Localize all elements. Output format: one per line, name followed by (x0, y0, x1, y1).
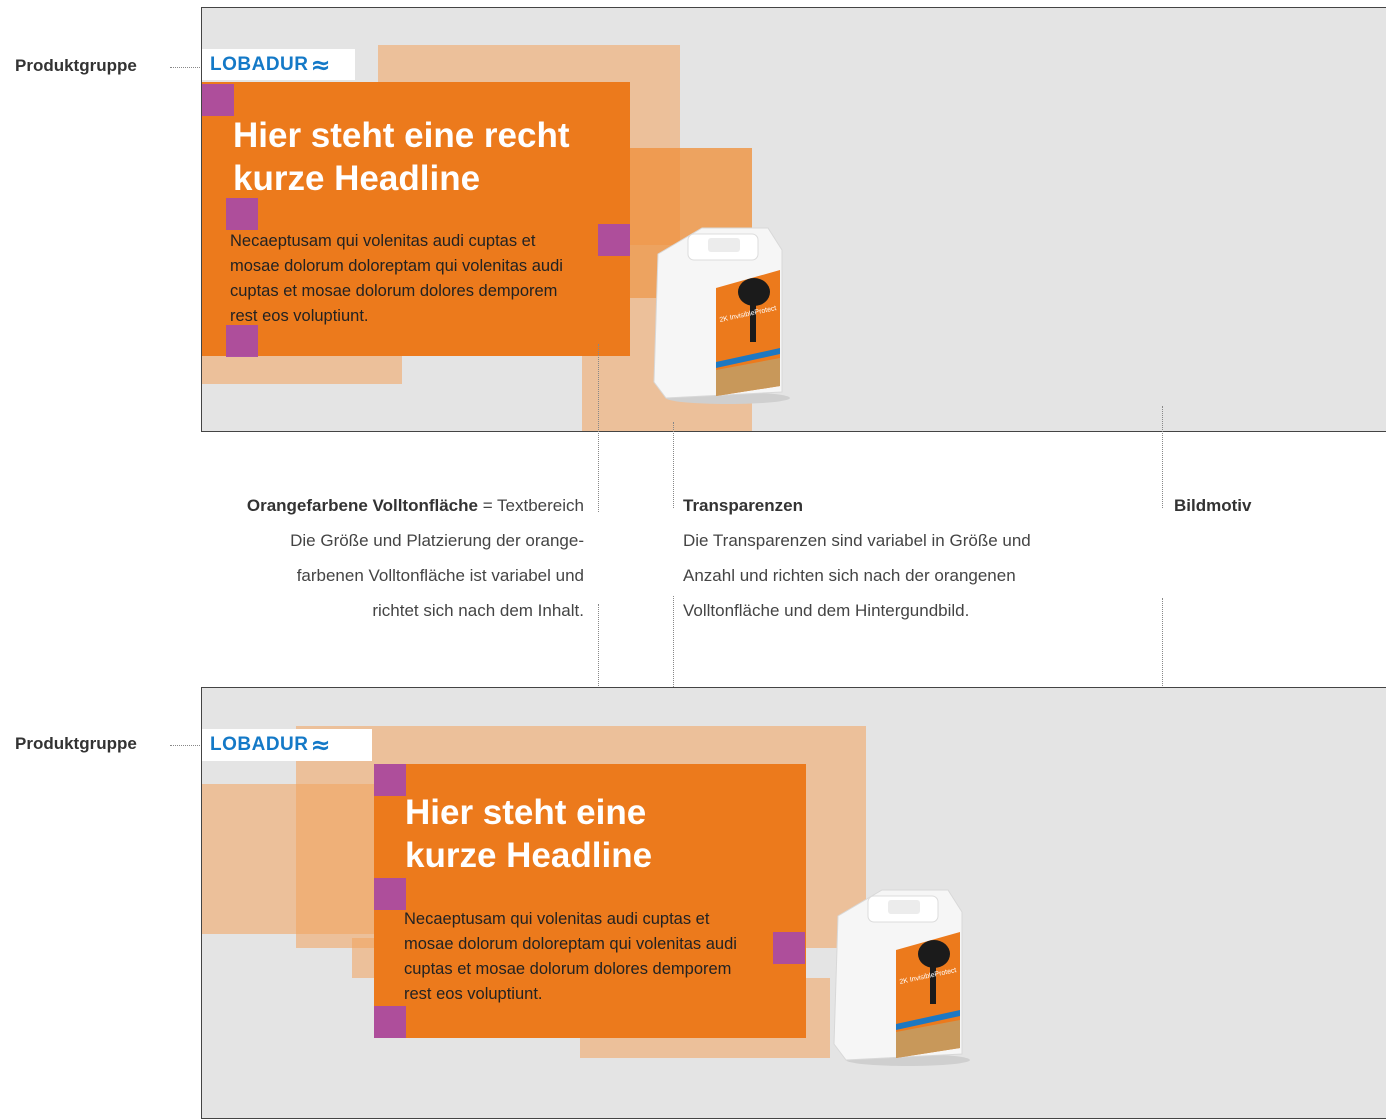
banner-top: LOBADUR ≈ Hier steht eine recht kurze He… (201, 7, 1386, 432)
annotation-orange-title-suffix: = Textbereich (477, 496, 584, 515)
logo-wave-icon: ≈ (310, 50, 331, 79)
product-group-logo: LOBADUR ≈ (202, 49, 355, 80)
leader-orange-upper (598, 344, 599, 512)
product-canister-image: 2K InvisibleProtect (653, 227, 790, 404)
product-group-logo: LOBADUR ≈ (202, 729, 372, 761)
product-canister-image: 2K InvisibleProtect (833, 889, 970, 1066)
logo-wave-icon: ≈ (310, 731, 331, 759)
banner-headline: Hier steht eine recht kurze Headline (233, 116, 570, 198)
logo-text: LOBADUR (210, 53, 309, 75)
annotation-transparenzen-line1: Die Transparenzen sind variabel in Größe… (683, 531, 1031, 550)
annotation-bildmotiv-title: Bildmotiv (1174, 496, 1252, 515)
produktgruppe-leader-bottom (170, 745, 200, 746)
annotation-bildmotiv: Bildmotiv (1174, 488, 1354, 523)
leader-transparenzen-upper (673, 422, 674, 508)
produktgruppe-label-top: Produktgruppe (15, 56, 137, 75)
produktgruppe-leader-top (170, 67, 200, 68)
purple-corner-square (226, 325, 258, 357)
purple-corner-square (374, 764, 406, 796)
purple-corner-square (374, 1006, 406, 1038)
produktgruppe-label-bottom: Produktgruppe (15, 734, 137, 753)
annotation-orange: Orangefarbene Volltonfläche = Textbereic… (180, 488, 584, 628)
annotation-transparenzen-line2: Anzahl und richten sich nach der orangen… (683, 566, 1016, 585)
leader-bildmotiv-upper (1162, 406, 1163, 508)
annotation-transparenzen-line3: Volltonfläche und dem Hintergundbild. (683, 601, 970, 620)
annotation-transparenzen-title: Transparenzen (683, 496, 803, 515)
purple-corner-square (598, 224, 630, 256)
annotation-orange-title: Orangefarbene Volltonfläche (246, 496, 478, 515)
purple-corner-square (202, 84, 234, 116)
annotation-transparenzen: Transparenzen Die Transparenzen sind var… (683, 488, 1103, 628)
banner-headline: Hier steht eine kurze Headline (405, 793, 653, 875)
transparency-left-strip (202, 354, 402, 384)
annotation-orange-line3: richtet sich nach dem Inhalt. (372, 601, 584, 620)
banner-bottom: LOBADUR ≈ Hier steht eine kurze Headline… (201, 687, 1386, 1119)
purple-corner-square (226, 198, 258, 230)
purple-corner-square (773, 932, 805, 964)
purple-corner-square (374, 878, 406, 910)
logo-text: LOBADUR (210, 734, 309, 755)
transparency-left (202, 784, 374, 934)
annotation-orange-line2: farbenen Volltonfläche ist variabel und (296, 566, 584, 585)
banner-body-text: Necaeptusam qui volenitas audi cuptas et… (230, 232, 563, 325)
annotation-orange-line1: Die Größe und Platzierung der orange- (290, 531, 584, 550)
banner-body-text: Necaeptusam qui volenitas audi cuptas et… (404, 910, 737, 1003)
